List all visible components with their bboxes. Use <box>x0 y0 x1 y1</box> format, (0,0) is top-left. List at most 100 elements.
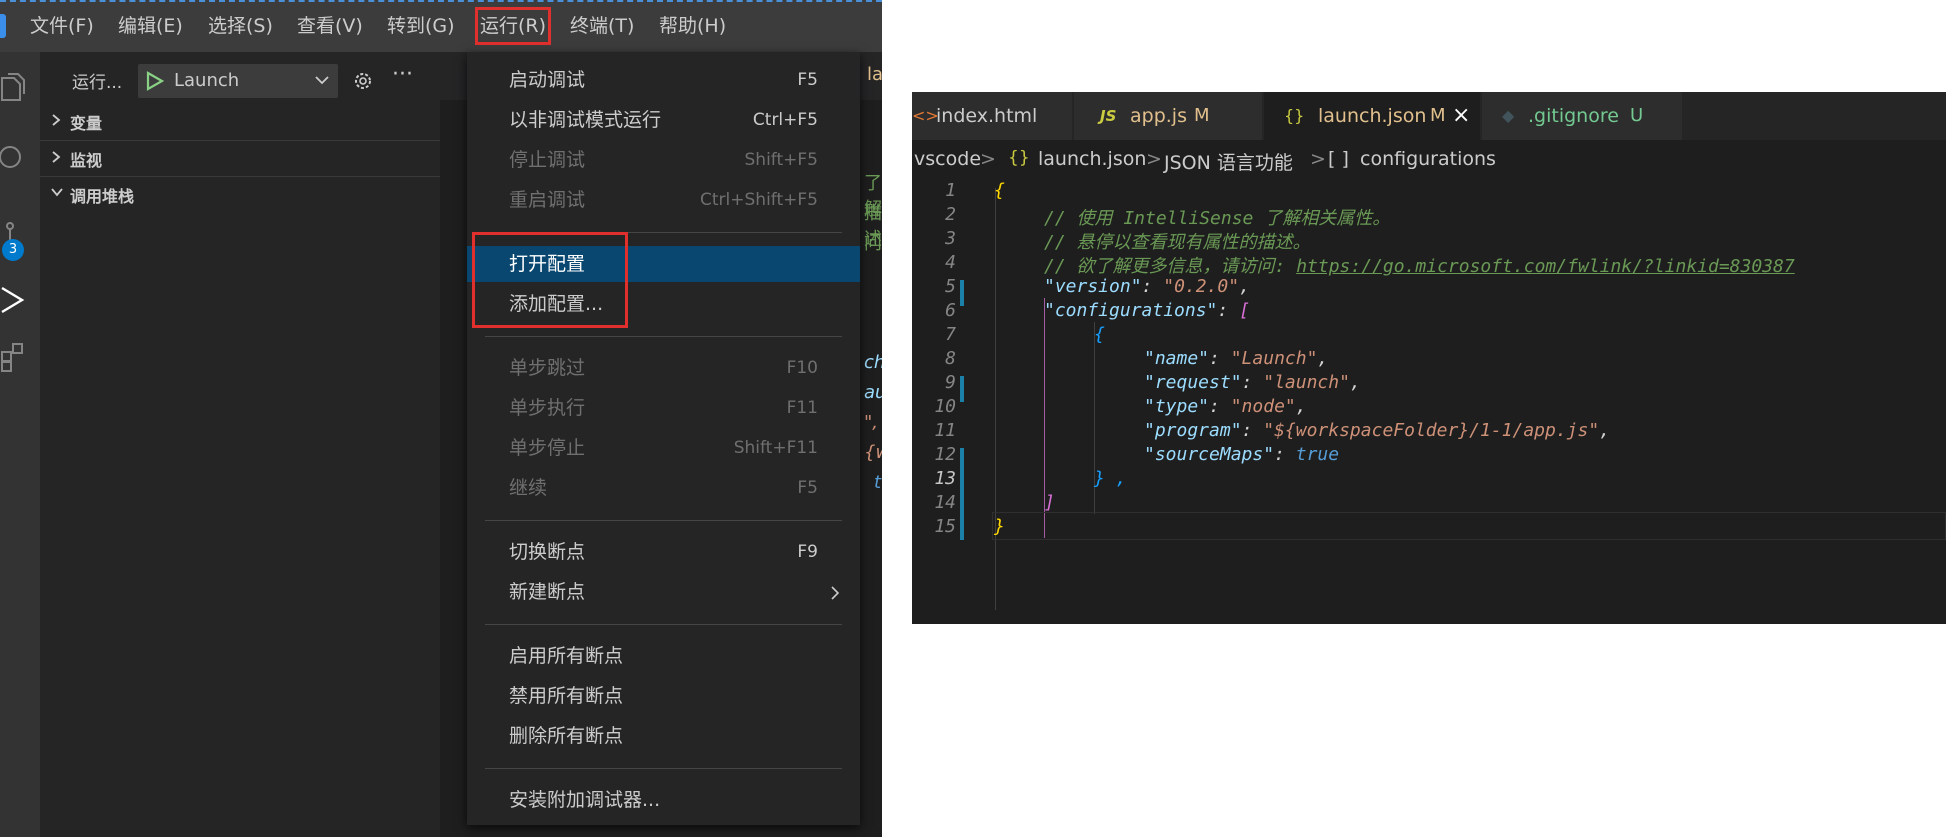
menu-separator <box>485 768 842 769</box>
menu-item-shortcut: Shift+F5 <box>744 150 818 170</box>
search-icon[interactable] <box>0 144 30 174</box>
breadcrumb-language[interactable]: JSON 语言功能 <box>1164 148 1293 175</box>
brace-token: } , <box>1094 468 1127 489</box>
breadcrumb-file[interactable]: launch.json <box>1038 148 1146 170</box>
menu-selection[interactable]: 选择(S) <box>208 12 273 40</box>
more-actions-icon[interactable]: ··· <box>392 62 413 87</box>
line-number: 1 <box>945 180 956 201</box>
vscode-window-left: 文件(F) 编辑(E) 选择(S) 查看(V) 转到(G) 运行(R) 终端(T… <box>0 0 882 837</box>
explorer-icon[interactable] <box>0 72 30 102</box>
menu-step-out[interactable]: 单步停止 Shift+F11 <box>467 430 860 466</box>
tab-label: launch.json <box>1318 105 1427 127</box>
code-line: // 欲了解更多信息，请访问: https://go.microsoft.com… <box>1044 252 1795 278</box>
menu-view[interactable]: 查看(V) <box>297 12 363 40</box>
tab-untracked-status: U <box>1630 105 1644 126</box>
menu-help[interactable]: 帮助(H) <box>659 12 726 40</box>
line-number: 5 <box>945 276 956 297</box>
launch-json-editor: <> index.html JS app.js M {} launch.json… <box>912 92 1946 624</box>
submenu-arrow-icon <box>831 586 840 600</box>
menu-stop-debugging[interactable]: 停止调试 Shift+F5 <box>467 142 860 178</box>
menu-enable-all-breakpoints[interactable]: 启用所有断点 <box>467 638 860 674</box>
menu-run-without-debugging[interactable]: 以非调试模式运行 Ctrl+F5 <box>467 102 860 138</box>
line-number: 14 <box>934 492 956 513</box>
menu-item-shortcut: F10 <box>786 358 818 378</box>
menu-item-label: 安装附加调试器... <box>509 789 661 811</box>
menu-item-shortcut: Ctrl+Shift+F5 <box>700 190 818 210</box>
code-line: } <box>994 516 1005 537</box>
comment-link[interactable]: https://go.microsoft.com/fwlink/?linkid=… <box>1296 256 1795 277</box>
menu-start-debugging[interactable]: 启动调试 F5 <box>467 62 860 98</box>
menu-install-debuggers[interactable]: 安装附加调试器... <box>467 782 860 818</box>
extensions-icon[interactable] <box>0 342 30 372</box>
gutter-modified-marker <box>960 472 964 498</box>
brace-token: } <box>994 516 1005 537</box>
code-line: { <box>1094 324 1105 345</box>
run-debug-icon[interactable] <box>0 286 30 316</box>
annotation-highlight-box <box>472 232 628 328</box>
section-watch[interactable]: 监视 <box>40 140 440 175</box>
line-number: 9 <box>945 372 956 393</box>
run-label: 运行... <box>72 73 123 93</box>
code-line: ] <box>1044 492 1055 513</box>
menu-item-label: 新建断点 <box>509 581 586 603</box>
section-call-stack[interactable]: 调用堆栈 <box>40 176 440 211</box>
section-variables[interactable]: 变量 <box>40 104 440 138</box>
menu-new-breakpoint[interactable]: 新建断点 <box>467 574 860 610</box>
html-file-icon: <> <box>912 106 939 125</box>
string-token: "node" <box>1230 396 1296 417</box>
line-number: 11 <box>934 420 956 441</box>
menu-item-shortcut: Shift+F11 <box>733 438 818 458</box>
indent-guide <box>995 188 996 610</box>
menu-step-over[interactable]: 单步跳过 F10 <box>467 350 860 386</box>
menu-item-label: 删除所有断点 <box>509 725 624 747</box>
tab-app-js[interactable]: JS app.js M <box>1074 92 1263 140</box>
menu-item-label: 以非调试模式运行 <box>509 109 662 131</box>
play-icon[interactable] <box>146 71 164 91</box>
menu-item-label: 重启调试 <box>509 189 586 211</box>
menu-file[interactable]: 文件(F) <box>30 12 94 40</box>
menu-edit[interactable]: 编辑(E) <box>118 12 183 40</box>
debug-toolbar: 运行... Launch ··· <box>40 60 440 100</box>
menu-go[interactable]: 转到(G) <box>387 12 455 40</box>
menu-step-into[interactable]: 单步执行 F11 <box>467 390 860 426</box>
menu-item-shortcut: F5 <box>797 70 818 90</box>
code-fragment: t <box>874 472 882 493</box>
launch-configuration-select[interactable]: Launch <box>138 64 338 98</box>
menu-terminal[interactable]: 终端(T) <box>570 12 634 40</box>
gear-icon[interactable] <box>352 70 374 92</box>
menu-restart-debugging[interactable]: 重启调试 Ctrl+Shift+F5 <box>467 182 860 218</box>
code-fragment: 问: <box>864 233 882 254</box>
tab-gitignore[interactable]: ◆ .gitignore U <box>1482 92 1683 140</box>
menu-separator <box>485 336 842 337</box>
boolean-token: true <box>1295 444 1340 465</box>
line-number: 12 <box>934 444 956 465</box>
run-dropdown-menu: 启动调试 F5 以非调试模式运行 Ctrl+F5 停止调试 Shift+F5 重… <box>467 52 860 825</box>
menu-item-label: 切换断点 <box>509 541 586 563</box>
menu-item-shortcut: F11 <box>786 398 818 418</box>
menu-item-label: 禁用所有断点 <box>509 685 624 707</box>
line-number: 10 <box>934 396 956 417</box>
menu-toggle-breakpoint[interactable]: 切换断点 F9 <box>467 534 860 570</box>
tab-label: app.js <box>1130 105 1187 127</box>
string-token: "0.2.0" <box>1163 276 1240 297</box>
code-line: "request": "launch", <box>1144 372 1361 393</box>
menu-run[interactable]: 运行(R) <box>474 7 552 45</box>
tab-launch-json[interactable]: {} launch.json M × <box>1264 92 1481 140</box>
code-area[interactable]: 1 2 3 4 5 6 7 8 9 10 11 12 13 14 15 { //… <box>912 178 1946 624</box>
breadcrumb: .vscode > {} launch.json > JSON 语言功能 > [… <box>912 140 1946 178</box>
git-file-icon: ◆ <box>1502 106 1515 125</box>
breadcrumb-folder[interactable]: .vscode <box>912 148 981 170</box>
tab-index-html[interactable]: <> index.html <box>912 92 1073 140</box>
menu-remove-all-breakpoints[interactable]: 删除所有断点 <box>467 718 860 754</box>
configuration-name: Launch <box>174 70 240 91</box>
comment-token: // 悬停以查看现有属性的描述。 <box>1044 232 1311 253</box>
key-token: "sourceMaps" <box>1144 444 1275 465</box>
menu-continue[interactable]: 继续 F5 <box>467 470 860 506</box>
section-label: 调用堆栈 <box>70 187 135 206</box>
close-icon[interactable]: × <box>1452 92 1470 140</box>
menu-disable-all-breakpoints[interactable]: 禁用所有断点 <box>467 678 860 714</box>
code-line: { <box>994 180 1005 201</box>
breadcrumb-symbol[interactable]: configurations <box>1360 148 1496 170</box>
key-token: "name" <box>1144 348 1210 369</box>
key-token: "program" <box>1144 420 1242 441</box>
